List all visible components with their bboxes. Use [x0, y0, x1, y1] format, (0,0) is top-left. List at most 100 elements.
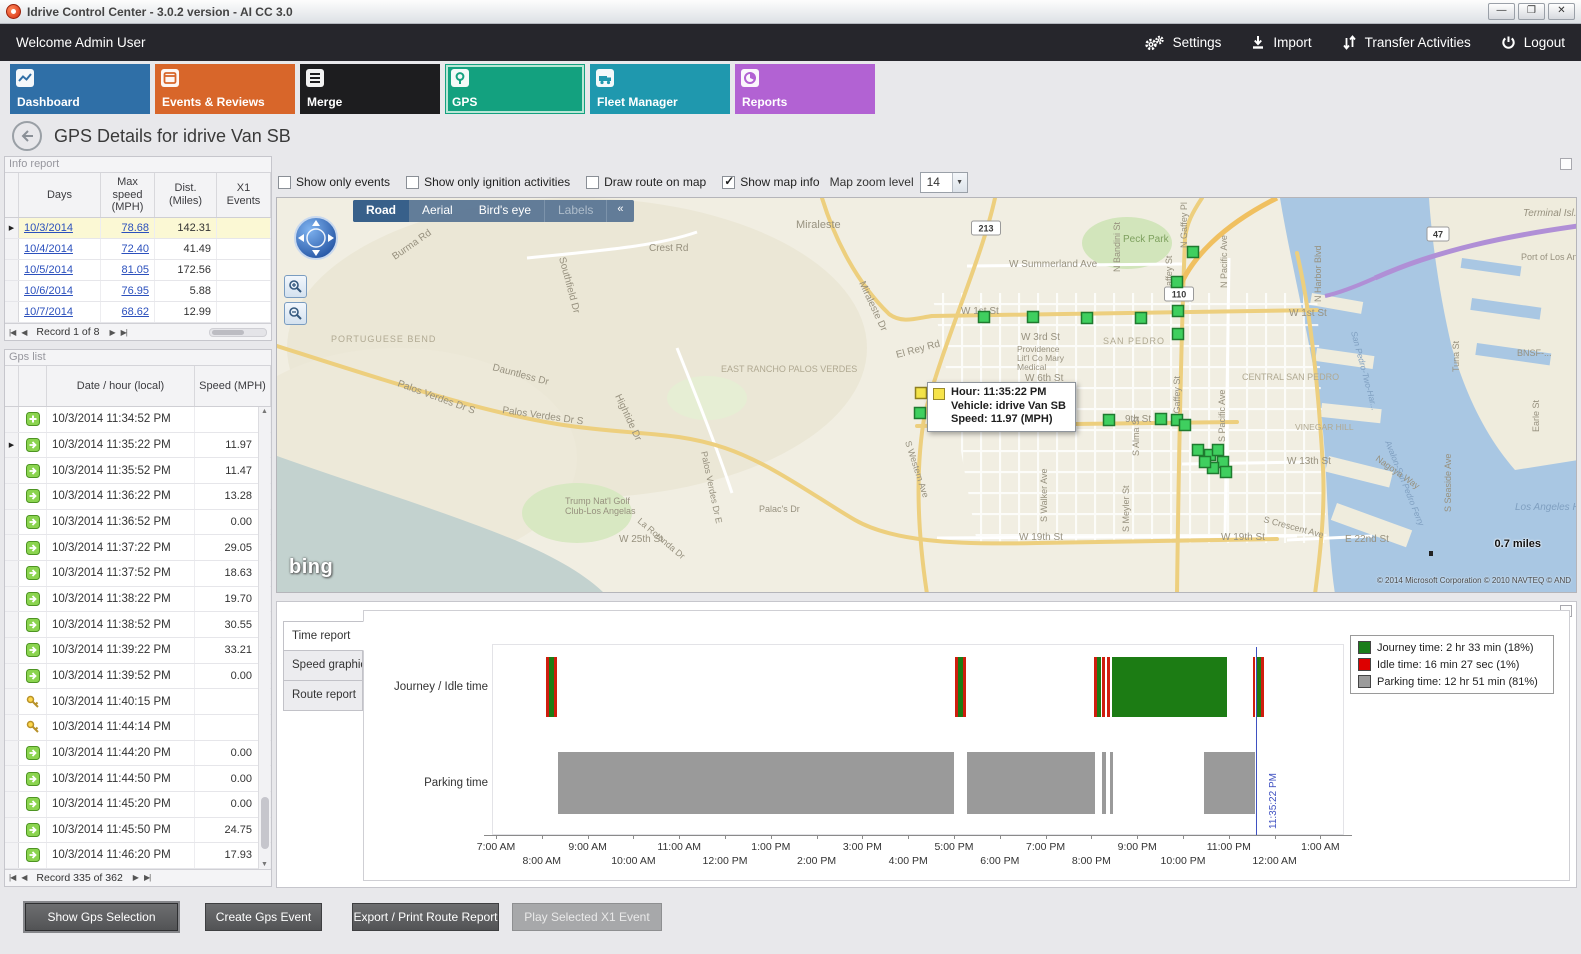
gps-marker[interactable] [1172, 277, 1183, 288]
last-record-button[interactable]: ▶| [144, 873, 150, 882]
prev-record-button[interactable]: ◀ [21, 873, 26, 882]
chart-tab-time-report[interactable]: Time report [283, 621, 364, 651]
scroll-up-icon[interactable]: ▲ [259, 407, 270, 415]
create-gps-event-button[interactable]: Create Gps Event [205, 903, 322, 931]
zoom-out-button[interactable] [284, 302, 307, 325]
show-gps-selection-button[interactable]: Show Gps Selection [25, 903, 178, 931]
gps-list-scrollbar[interactable]: ▲ ▼ [258, 407, 270, 869]
gps-list-row[interactable]: 10/3/2014 11:45:50 PM24.75 [5, 818, 271, 844]
map-panel-collapse-button[interactable] [1560, 158, 1572, 170]
day-link[interactable]: 10/7/2014 [19, 302, 101, 322]
play-selected-x1-event-button[interactable]: Play Selected X1 Event [512, 903, 662, 931]
gps-list-row[interactable]: 10/3/2014 11:37:22 PM29.05 [5, 535, 271, 561]
menu-item-settings[interactable]: Settings [1143, 35, 1222, 51]
gps-marker[interactable] [1200, 457, 1211, 468]
gps-marker[interactable] [1188, 247, 1199, 258]
info-column-header-days[interactable]: Days [19, 173, 101, 217]
max-speed-link[interactable]: 72.40 [101, 239, 155, 259]
gps-list-row[interactable]: 10/3/2014 11:45:20 PM0.00 [5, 792, 271, 818]
gps-list-row[interactable]: 10/3/2014 11:35:52 PM11.47 [5, 458, 271, 484]
tile-fleet-manager[interactable]: Fleet Manager [590, 64, 730, 114]
info-column-header-x1-events[interactable]: X1 Events [217, 173, 271, 217]
minimize-button[interactable]: — [1488, 3, 1515, 20]
gps-list-row[interactable]: 10/3/2014 11:44:50 PM0.00 [5, 766, 271, 792]
next-record-button[interactable]: ▶ [133, 873, 138, 882]
restore-button[interactable]: ❐ [1518, 3, 1545, 20]
gps-marker[interactable] [1173, 329, 1184, 340]
gps-marker[interactable] [915, 408, 926, 419]
menu-item-transfer-activities[interactable]: Transfer Activities [1342, 35, 1471, 50]
map-compass-control[interactable] [293, 215, 339, 261]
gps-list-row[interactable]: 10/3/2014 11:40:15 PM [5, 689, 271, 715]
tile-events-reviews[interactable]: Events & Reviews [155, 64, 295, 114]
checkbox-icon[interactable] [406, 176, 419, 189]
info-report-row[interactable]: 10/7/201468.6212.99 [5, 302, 271, 323]
gps-list-row[interactable]: 10/3/2014 11:39:22 PM33.21 [5, 638, 271, 664]
gps-marker[interactable] [1104, 415, 1115, 426]
tile-gps[interactable]: GPS [445, 64, 585, 114]
info-column-header-max-speed-mph[interactable]: Max speed (MPH) [101, 173, 155, 217]
gps-list-row[interactable]: ▶10/3/2014 11:35:22 PM11.97 [5, 433, 271, 459]
tile-merge[interactable]: Merge [300, 64, 440, 114]
tile-dashboard[interactable]: Dashboard [10, 64, 150, 114]
gps-list-row[interactable]: 10/3/2014 11:34:52 PM [5, 407, 271, 433]
menu-item-import[interactable]: Import [1251, 35, 1311, 50]
gps-marker[interactable] [1213, 445, 1224, 456]
horizontal-scrollbar[interactable] [209, 328, 267, 337]
gps-list-row[interactable]: 10/3/2014 11:38:52 PM30.55 [5, 612, 271, 638]
gps-column-header-speed-mph[interactable]: Speed (MPH) [195, 366, 271, 406]
zoom-in-button[interactable] [284, 275, 307, 298]
info-column-header-dist-miles[interactable]: Dist. (Miles) [155, 173, 217, 217]
max-speed-link[interactable]: 76.95 [101, 281, 155, 301]
scrollbar-thumb[interactable] [261, 797, 269, 849]
gps-marker[interactable] [979, 312, 990, 323]
gps-list-row[interactable]: 10/3/2014 11:44:14 PM [5, 715, 271, 741]
day-link[interactable]: 10/3/2014 [19, 218, 101, 238]
menu-item-logout[interactable]: Logout [1501, 35, 1565, 50]
map-view-tab-road[interactable]: Road [353, 200, 409, 222]
info-report-row[interactable]: 10/6/201476.955.88 [5, 281, 271, 302]
map-view-tab-aerial[interactable]: Aerial [409, 200, 466, 222]
checkbox-show-only-events[interactable]: Show only events [278, 175, 390, 189]
checkbox-icon[interactable] [278, 176, 291, 189]
checkbox-show-map-info[interactable]: Show map info [722, 175, 819, 189]
info-report-row[interactable]: 10/4/201472.4041.49 [5, 239, 271, 260]
export-print-route-report-button[interactable]: Export / Print Route Report [352, 903, 499, 931]
gps-list-row[interactable]: 10/3/2014 11:46:20 PM17.93 [5, 843, 271, 869]
max-speed-link[interactable]: 78.68 [101, 218, 155, 238]
gps-marker[interactable] [1136, 313, 1147, 324]
info-report-row[interactable]: ▶10/3/201478.68142.31 [5, 218, 271, 239]
gps-marker[interactable] [1180, 420, 1191, 431]
max-speed-link[interactable]: 68.62 [101, 302, 155, 322]
scroll-down-icon[interactable]: ▼ [259, 861, 270, 868]
gps-marker[interactable] [1173, 306, 1184, 317]
map-tabs-collapse-button[interactable]: « [606, 200, 633, 222]
day-link[interactable]: 10/5/2014 [19, 260, 101, 280]
chart-tab-speed-graphic[interactable]: Speed graphic [283, 651, 363, 681]
gps-list-row[interactable]: 10/3/2014 11:39:52 PM0.00 [5, 664, 271, 690]
first-record-button[interactable]: |◀ [9, 873, 15, 882]
next-record-button[interactable]: ▶ [109, 328, 114, 337]
first-record-button[interactable]: |◀ [9, 328, 15, 337]
close-button[interactable]: ✕ [1548, 3, 1575, 20]
map-view-tab-labels[interactable]: Labels [544, 200, 606, 222]
info-report-row[interactable]: 10/5/201481.05172.56 [5, 260, 271, 281]
max-speed-link[interactable]: 81.05 [101, 260, 155, 280]
gps-marker[interactable] [1028, 312, 1039, 323]
tile-reports[interactable]: Reports [735, 64, 875, 114]
map-panel[interactable]: MiralesteCrest RdBurma RdSouthfield DrMi… [276, 197, 1577, 593]
checkbox-show-only-ignition-activities[interactable]: Show only ignition activities [406, 175, 570, 189]
gps-marker-selected[interactable] [916, 388, 927, 399]
scrollbar-thumb[interactable] [212, 330, 244, 335]
gps-marker[interactable] [1193, 445, 1204, 456]
checkbox-draw-route-on-map[interactable]: Draw route on map [586, 175, 706, 189]
map-view-tab-bird-s-eye[interactable]: Bird's eye [466, 200, 544, 222]
gps-list-row[interactable]: 10/3/2014 11:44:20 PM0.00 [5, 741, 271, 767]
gps-list-row[interactable]: 10/3/2014 11:36:22 PM13.28 [5, 484, 271, 510]
gps-marker[interactable] [1082, 313, 1093, 324]
day-link[interactable]: 10/6/2014 [19, 281, 101, 301]
checkbox-checked-icon[interactable] [722, 176, 735, 189]
gps-column-header-date-hour-local[interactable]: Date / hour (local) [47, 366, 195, 406]
gps-list-row[interactable]: 10/3/2014 11:37:52 PM18.63 [5, 561, 271, 587]
chart-tab-route-report[interactable]: Route report [283, 681, 363, 711]
